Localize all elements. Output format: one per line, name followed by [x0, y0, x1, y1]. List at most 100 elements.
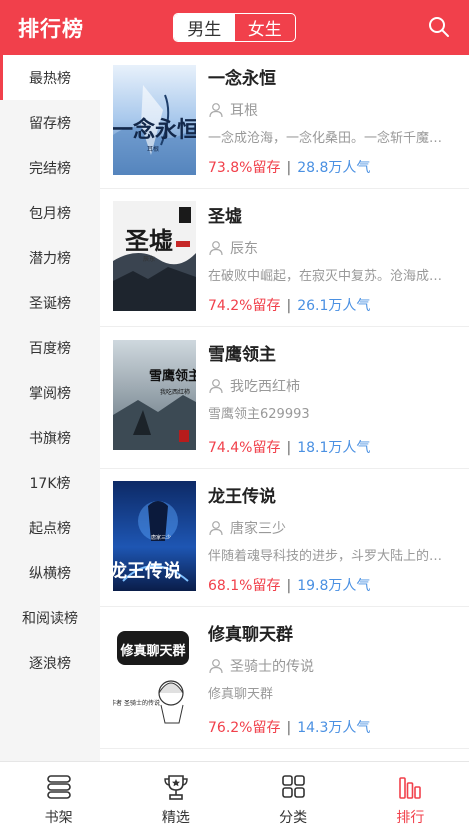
- retention-rate: 76.2%留存: [208, 720, 281, 736]
- sidebar-item-retention[interactable]: 留存榜: [0, 100, 100, 145]
- book-info: 圣墟 辰东 在破败中崛起，在寂灭中复苏。沧海成尘，雷电枯竭 74.2%留存 | 26…: [208, 205, 453, 317]
- book-stats: 73.8%留存 | 28.8万人气: [208, 157, 453, 179]
- nav-featured-label: 精选: [161, 809, 190, 826]
- popularity-count: 19.8万人气: [297, 578, 371, 594]
- book-item[interactable]: 修真聊天群 作者 圣骑士的传说 修真聊天群 圣骑士的传说 修真聊天群 76.2%…: [100, 607, 469, 749]
- cover-title-text: 一念永恒: [113, 117, 196, 143]
- nav-featured[interactable]: 精选: [117, 762, 234, 837]
- popularity-count: 14.3万人气: [297, 720, 371, 736]
- retention-rate: 74.4%留存: [208, 440, 281, 456]
- cover-title-text: 龙王传说: [113, 560, 181, 582]
- sidebar-item-baidu[interactable]: 百度榜: [0, 325, 100, 370]
- page-title: 排行榜: [18, 17, 84, 41]
- book-item[interactable]: 雪鹰领主 我吃西红柿 雪鹰领主 我吃西红柿 雪鹰领主629993 74.4%留存…: [100, 327, 469, 469]
- app: 排行榜 男生 女生 最热榜 留存榜 完结榜 包月榜 潜力榜 圣诞榜 百度榜 掌阅…: [0, 0, 469, 837]
- book-description: 在破败中崛起，在寂灭中复苏。沧海成尘，雷电枯竭: [208, 269, 453, 284]
- book-stats: 74.4%留存 | 18.1万人气: [208, 437, 453, 459]
- cover-author-text: 唐家三少: [151, 534, 171, 541]
- book-description: 雪鹰领主629993: [208, 407, 310, 422]
- cover-author-text: 我吃西红柿: [160, 388, 190, 396]
- book-stats: 76.2%留存 | 14.3万人气: [208, 717, 453, 739]
- tab-male[interactable]: 男生: [174, 14, 235, 41]
- retention-rate: 74.2%留存: [208, 298, 281, 314]
- cover-author-text: 辰东: [143, 255, 155, 263]
- sidebar-item-monthly[interactable]: 包月榜: [0, 190, 100, 235]
- sidebar-item-christmas[interactable]: 圣诞榜: [0, 280, 100, 325]
- stats-separator: |: [286, 298, 292, 314]
- sidebar-item-zhangyue[interactable]: 掌阅榜: [0, 370, 100, 415]
- book-list: 一念永恒 耳根 一念永恒 耳根 一念成沧海，一念化桑田。一念斩千魔，一念诛万仙。…: [100, 55, 469, 761]
- book-title: 龙王传说: [208, 487, 276, 507]
- bottom-nav: 书架 精选 分类 排行: [0, 761, 469, 837]
- sidebar-item-hottest[interactable]: 最热榜: [0, 55, 100, 100]
- grid-icon: [282, 774, 305, 798]
- author-name: 辰东: [230, 241, 258, 257]
- stats-separator: |: [286, 160, 292, 176]
- search-icon: [429, 17, 449, 37]
- retention-rate: 73.8%留存: [208, 160, 281, 176]
- book-item[interactable]: 龙王传说 唐家三少 龙王传说 唐家三少 伴随着魂导科技的进步，斗罗大陆上的人类征…: [100, 469, 469, 607]
- top-bar: 排行榜 男生 女生: [0, 0, 469, 55]
- book-stats: 68.1%留存 | 19.8万人气: [208, 575, 453, 597]
- popularity-count: 18.1万人气: [297, 440, 371, 456]
- author-icon: [209, 521, 223, 536]
- book-info: 修真聊天群 圣骑士的传说 修真聊天群 76.2%留存 | 14.3万人气: [208, 623, 453, 739]
- sidebar-item-zongheng[interactable]: 纵横榜: [0, 550, 100, 595]
- book-cover[interactable]: 一念永恒 耳根: [113, 65, 196, 175]
- sidebar-item-shuqi[interactable]: 书旗榜: [0, 415, 100, 460]
- ranking-icon: [399, 776, 422, 799]
- sidebar-item-qidian[interactable]: 起点榜: [0, 505, 100, 550]
- book-cover[interactable]: 修真聊天群 作者 圣骑士的传说: [113, 623, 196, 733]
- sidebar-item-completed[interactable]: 完结榜: [0, 145, 100, 190]
- book-description: 伴随着魂导科技的进步，斗罗大陆上的人类征服了海洋: [208, 549, 453, 564]
- stats-separator: |: [286, 720, 292, 736]
- author-name: 耳根: [230, 103, 258, 119]
- book-title: 一念永恒: [208, 69, 276, 89]
- author-name: 唐家三少: [230, 521, 286, 537]
- book-author: 辰东: [208, 237, 453, 259]
- sidebar-item-zhulang[interactable]: 逐浪榜: [0, 640, 100, 685]
- sidebar-item-17k[interactable]: 17K榜: [0, 460, 100, 505]
- popularity-count: 28.8万人气: [297, 160, 371, 176]
- book-author: 圣骑士的传说: [208, 655, 453, 677]
- sidebar-item-heyuedu[interactable]: 和阅读榜: [0, 595, 100, 640]
- popularity-count: 26.1万人气: [297, 298, 371, 314]
- book-author: 我吃西红柿: [208, 375, 453, 397]
- book-description: 修真聊天群: [208, 687, 274, 702]
- book-stats: 74.2%留存 | 26.1万人气: [208, 295, 453, 317]
- cover-title-text: 圣墟: [125, 226, 173, 255]
- stats-separator: |: [286, 578, 292, 594]
- book-cover[interactable]: 圣墟 辰东: [113, 201, 196, 311]
- book-info: 雪鹰领主 我吃西红柿 雪鹰领主629993 74.4%留存 | 18.1万人气: [208, 343, 453, 459]
- book-title: 修真聊天群: [208, 625, 293, 645]
- cover-author-text: 耳根: [147, 145, 159, 153]
- book-item[interactable]: 一念永恒 耳根 一念永恒 耳根 一念成沧海，一念化桑田。一念斩千魔，一念诛万仙。…: [100, 55, 469, 189]
- book-item[interactable]: 圣墟 辰东 圣墟 辰东 在破败中崛起，在寂灭中复苏。沧海成尘，雷电枯竭 74.2…: [100, 189, 469, 327]
- nav-category[interactable]: 分类: [235, 762, 352, 837]
- author-name: 我吃西红柿: [230, 379, 300, 395]
- trophy-icon: [164, 774, 188, 800]
- book-cover[interactable]: 雪鹰领主 我吃西红柿: [113, 340, 196, 450]
- author-icon: [209, 379, 223, 394]
- nav-ranking[interactable]: 排行: [352, 762, 469, 837]
- gender-switch: 男生 女生: [173, 13, 296, 42]
- stats-separator: |: [286, 440, 292, 456]
- search-button[interactable]: [427, 15, 451, 39]
- author-icon: [209, 659, 223, 674]
- book-description: 一念成沧海，一念化桑田。一念斩千魔，一念诛万仙。: [208, 131, 453, 146]
- sidebar-item-potential[interactable]: 潜力榜: [0, 235, 100, 280]
- tab-female[interactable]: 女生: [235, 14, 296, 41]
- book-title: 圣墟: [208, 207, 242, 227]
- author-name: 圣骑士的传说: [230, 659, 314, 675]
- nav-bookshelf-label: 书架: [44, 809, 73, 826]
- bookshelf-icon: [46, 774, 71, 799]
- book-info: 龙王传说 唐家三少 伴随着魂导科技的进步，斗罗大陆上的人类征服了海洋 68.1%…: [208, 485, 453, 597]
- cover-title-text: 修真聊天群: [119, 643, 185, 659]
- book-author: 耳根: [208, 99, 453, 121]
- author-icon: [209, 103, 223, 118]
- book-cover[interactable]: 龙王传说 唐家三少: [113, 481, 196, 591]
- nav-category-label: 分类: [279, 809, 308, 826]
- nav-ranking-label: 排行: [396, 809, 425, 826]
- cover-author-text: 作者 圣骑士的传说: [113, 699, 160, 707]
- nav-bookshelf[interactable]: 书架: [0, 762, 117, 837]
